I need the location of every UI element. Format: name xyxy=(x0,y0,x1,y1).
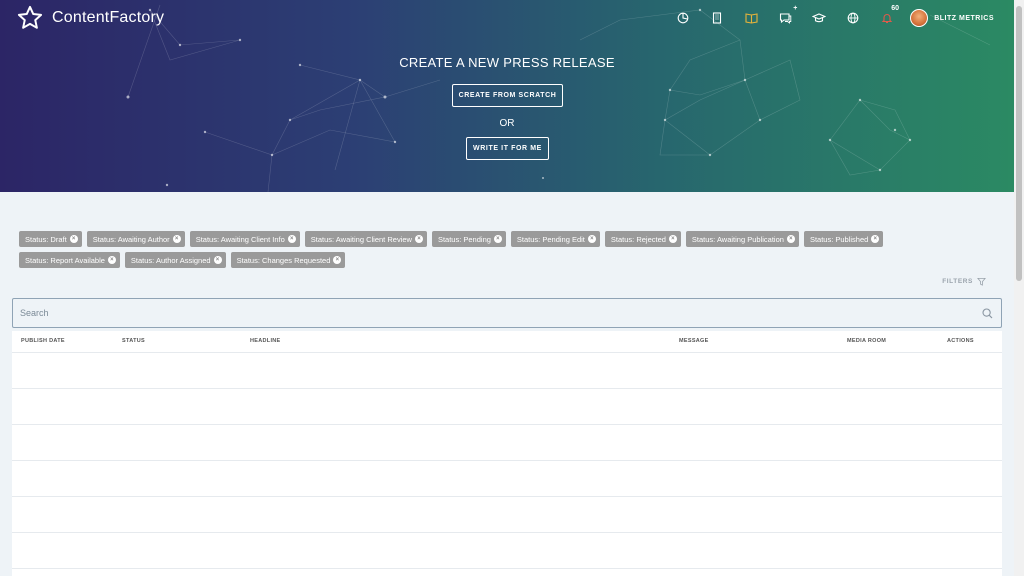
remove-filter-icon[interactable]: × xyxy=(287,235,296,243)
globe-icon xyxy=(847,12,859,24)
book-icon xyxy=(745,13,758,24)
filters-toggle[interactable]: FILTERS xyxy=(942,277,986,286)
building-icon xyxy=(713,12,722,24)
remove-filter-icon[interactable]: × xyxy=(69,235,78,243)
filter-chip: Status: Awaiting Author × xyxy=(86,231,185,247)
messages-badge: + xyxy=(793,5,798,12)
table-row xyxy=(12,389,1002,425)
chip-label: Status: Awaiting Client Info xyxy=(195,234,285,244)
funnel-icon xyxy=(977,277,986,286)
avatar xyxy=(910,9,929,27)
chip-label: Status: Draft xyxy=(25,234,67,244)
remove-filter-icon[interactable]: × xyxy=(668,235,677,243)
filter-chip: Status: Awaiting Client Review × xyxy=(304,231,427,247)
filter-chip: Status: Author Assigned × xyxy=(124,252,226,268)
filter-chip: Status: Changes Requested × xyxy=(230,252,346,268)
column-header-headline[interactable]: HEADLINE xyxy=(250,338,281,344)
filter-chip: Status: Awaiting Client Info × xyxy=(189,231,300,247)
table-row xyxy=(12,461,1002,497)
search-icon[interactable] xyxy=(982,308,993,319)
column-header-actions: ACTIONS xyxy=(947,338,974,344)
write-it-for-me-button[interactable]: WRITE IT FOR ME xyxy=(466,137,549,160)
status-filter-chips: Status: Draft × Status: Awaiting Author × … xyxy=(19,231,979,268)
table-row xyxy=(12,497,1002,533)
column-header-message[interactable]: MESSAGE xyxy=(679,338,709,344)
pie-chart-icon xyxy=(677,12,689,24)
table-header: PUBLISH DATE STATUS HEADLINE MESSAGE MED… xyxy=(12,331,1002,353)
filters-label: FILTERS xyxy=(942,278,973,285)
filter-chip: Status: Pending × xyxy=(431,231,506,247)
hero-banner: ContentFactory + 60 BLITZ METRICS CREATE… xyxy=(0,0,1014,192)
star-logo-icon xyxy=(17,5,43,29)
page-title: CREATE A NEW PRESS RELEASE xyxy=(399,55,615,70)
column-header-status[interactable]: STATUS xyxy=(122,338,145,344)
chip-label: Status: Published xyxy=(809,234,869,244)
press-release-table: PUBLISH DATE STATUS HEADLINE MESSAGE MED… xyxy=(12,331,1002,576)
remove-filter-icon[interactable]: × xyxy=(414,235,423,243)
chip-label: Status: Author Assigned xyxy=(130,255,211,265)
chip-label: Status: Pending Edit xyxy=(516,234,585,244)
filter-chip: Status: Pending Edit × xyxy=(510,231,600,247)
chip-label: Status: Rejected xyxy=(610,234,666,244)
top-navigation: + 60 BLITZ METRICS xyxy=(666,5,994,28)
table-row xyxy=(12,353,1002,389)
filter-chip: Status: Rejected × xyxy=(604,231,681,247)
notifications-count: 60 xyxy=(891,5,900,12)
remove-filter-icon[interactable]: × xyxy=(493,235,502,243)
chip-label: Status: Awaiting Publication xyxy=(691,234,784,244)
language-nav[interactable] xyxy=(836,8,870,28)
messages-nav[interactable]: + xyxy=(768,5,802,28)
remove-filter-icon[interactable]: × xyxy=(107,256,116,264)
remove-filter-icon[interactable]: × xyxy=(172,235,181,243)
chip-label: Status: Awaiting Author xyxy=(92,234,170,244)
bell-icon xyxy=(881,14,893,24)
analytics-nav[interactable] xyxy=(666,8,700,28)
filter-chip: Status: Report Available × xyxy=(19,252,120,268)
scrollbar-thumb[interactable] xyxy=(1016,6,1022,281)
chat-icon xyxy=(779,13,791,24)
page-scrollbar[interactable] xyxy=(1014,0,1024,576)
remove-filter-icon[interactable]: × xyxy=(871,235,880,243)
user-menu[interactable]: BLITZ METRICS xyxy=(910,9,994,27)
filter-chip: Status: Awaiting Publication × xyxy=(685,231,799,247)
remove-filter-icon[interactable]: × xyxy=(333,256,342,264)
table-row xyxy=(12,425,1002,461)
user-name: BLITZ METRICS xyxy=(934,14,994,22)
remove-filter-icon[interactable]: × xyxy=(587,235,596,243)
create-from-scratch-button[interactable]: CREATE FROM SCRATCH xyxy=(452,84,563,107)
organizations-nav[interactable] xyxy=(700,8,734,28)
guides-nav[interactable] xyxy=(734,8,768,28)
remove-filter-icon[interactable]: × xyxy=(786,235,795,243)
filter-chip: Status: Draft × xyxy=(19,231,82,247)
table-row xyxy=(12,533,1002,569)
or-separator: OR xyxy=(499,118,515,129)
brand-name: ContentFactory xyxy=(52,9,165,26)
notifications-nav[interactable]: 60 xyxy=(870,5,904,28)
graduation-cap-icon xyxy=(812,13,827,23)
search-box xyxy=(12,298,1002,328)
chip-label: Status: Awaiting Client Review xyxy=(310,234,412,244)
chip-label: Status: Pending xyxy=(437,234,491,244)
training-nav[interactable] xyxy=(802,8,836,28)
brand-logo[interactable]: ContentFactory xyxy=(16,4,164,32)
chip-label: Status: Report Available xyxy=(25,255,105,265)
remove-filter-icon[interactable]: × xyxy=(213,256,222,264)
search-input[interactable] xyxy=(13,299,1001,327)
chip-label: Status: Changes Requested xyxy=(236,255,331,265)
filter-chip: Status: Published × xyxy=(803,231,884,247)
column-header-publish-date[interactable]: PUBLISH DATE xyxy=(21,338,65,344)
column-header-media-room[interactable]: MEDIA ROOM xyxy=(847,338,886,344)
